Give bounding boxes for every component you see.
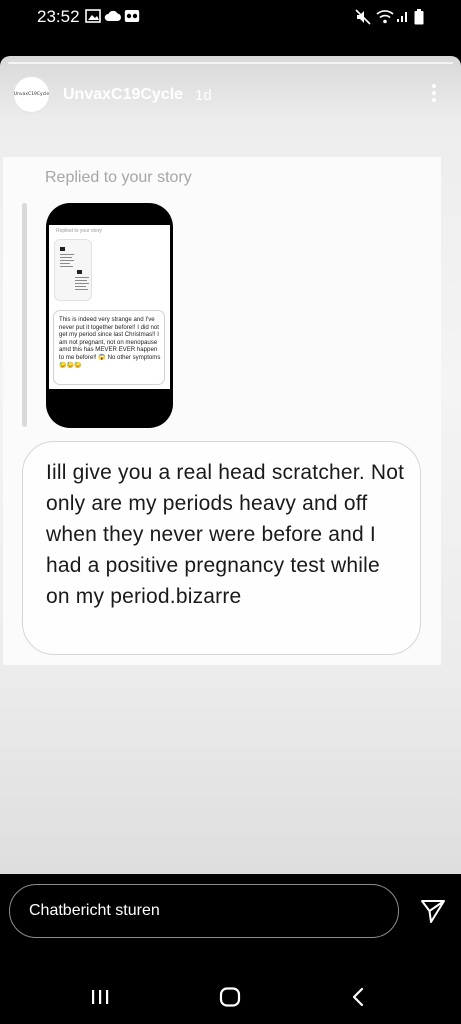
story-content: Replied to your story Replied to your st… bbox=[3, 157, 441, 665]
mute-icon bbox=[355, 9, 371, 30]
thumbnail-message-text: This is indeed very strange and I've nev… bbox=[59, 316, 161, 369]
send-icon[interactable] bbox=[420, 898, 446, 924]
thumbnail-message-bubble: This is indeed very strange and I've nev… bbox=[53, 310, 165, 385]
reply-message-text: Iill give you a real head scratcher. Not… bbox=[46, 461, 405, 608]
wifi-icon bbox=[376, 9, 394, 29]
navigation-bar bbox=[0, 950, 461, 1024]
story-progress-bar bbox=[8, 62, 453, 64]
status-time: 23:52 bbox=[37, 7, 80, 26]
chat-message-input[interactable]: Chatbericht sturen bbox=[9, 884, 399, 938]
avatar[interactable]: UnvaxC19Cycle bbox=[13, 76, 50, 113]
back-icon[interactable] bbox=[347, 985, 371, 1009]
recent-apps-icon[interactable] bbox=[88, 985, 112, 1009]
chat-input-bar: Chatbericht sturen bbox=[0, 874, 461, 950]
story-viewer[interactable]: UnvaxC19Cycle UnvaxC19Cycle 1d Replied t… bbox=[0, 56, 461, 874]
thumbnail-screen: Replied to your story This is indeed ver… bbox=[49, 225, 170, 389]
image-icon bbox=[85, 9, 101, 28]
battery-icon bbox=[414, 9, 424, 30]
reply-message-bubble: Iill give you a real head scratcher. Not… bbox=[22, 441, 421, 655]
voicemail-icon bbox=[124, 9, 140, 28]
story-thumbnail[interactable]: Replied to your story This is indeed ver… bbox=[46, 203, 173, 428]
quote-bar bbox=[22, 203, 27, 427]
username[interactable]: UnvaxC19Cycle bbox=[63, 86, 183, 104]
more-options-icon[interactable] bbox=[425, 82, 443, 104]
signal-icon bbox=[396, 9, 410, 28]
replied-label: Replied to your story bbox=[45, 169, 192, 186]
cloud-icon bbox=[104, 9, 122, 28]
home-icon[interactable] bbox=[218, 985, 242, 1009]
time-ago: 1d bbox=[195, 87, 212, 104]
thumbnail-replied-label: Replied to your story bbox=[56, 228, 102, 234]
thumbnail-mini-screenshot bbox=[54, 239, 92, 301]
status-bar: 23:52 bbox=[0, 0, 461, 34]
chat-input-placeholder: Chatbericht sturen bbox=[29, 902, 160, 919]
